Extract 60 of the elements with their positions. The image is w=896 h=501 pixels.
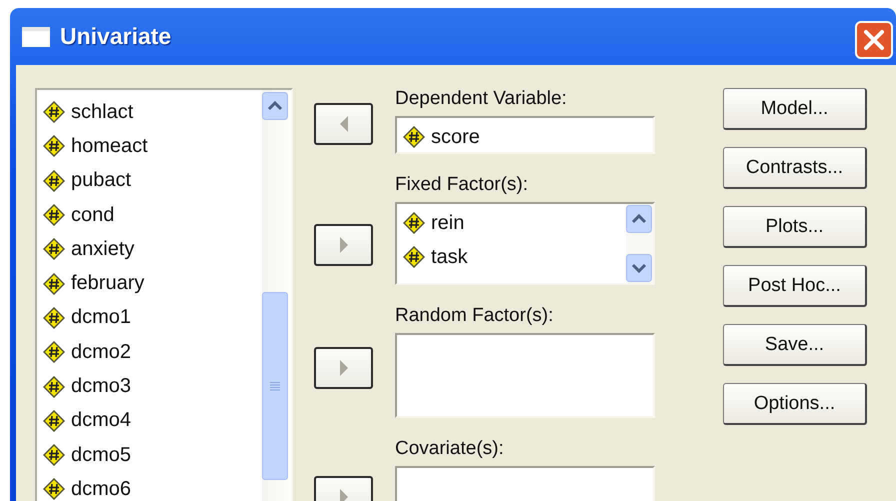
- numeric-variable-icon: [43, 272, 65, 295]
- list-item[interactable]: cond: [71, 204, 114, 227]
- list-item[interactable]: score: [431, 126, 480, 148]
- field-label: Dependent Variable:: [395, 88, 568, 110]
- numeric-variable-icon: [43, 478, 65, 500]
- list-item[interactable]: homeact: [71, 134, 148, 158]
- left-arrow-icon: [338, 116, 348, 132]
- grip-icon: [270, 381, 280, 391]
- list-box[interactable]: rein task: [395, 202, 655, 285]
- list-item[interactable]: anxiety: [71, 238, 134, 261]
- scroll-up-button[interactable]: [262, 92, 288, 120]
- dialog-button[interactable]: Save...: [723, 324, 867, 366]
- dialog-button[interactable]: Post Hoc...: [723, 265, 867, 307]
- numeric-variable-icon: [43, 376, 65, 398]
- variable-list[interactable]: schlact homeact pubact cond anxiety february dcmo1 dcmo2 dcmo3 dcmo4 dcmo5 dcmo6: [35, 88, 293, 501]
- close-button[interactable]: [855, 20, 893, 58]
- list-item[interactable]: rein: [431, 212, 464, 234]
- list-item[interactable]: dcmo5: [71, 444, 132, 467]
- list-item[interactable]: dcmo3: [71, 375, 132, 398]
- move-button[interactable]: [314, 224, 373, 266]
- list-item[interactable]: pubact: [71, 169, 132, 192]
- field-label: Fixed Factor(s):: [395, 174, 530, 196]
- list-item[interactable]: task: [431, 246, 468, 268]
- list-item[interactable]: schlact: [71, 100, 134, 124]
- scroll-up-button[interactable]: [626, 205, 652, 233]
- numeric-variable-icon: [43, 101, 65, 124]
- list-item[interactable]: dcmo6: [71, 478, 132, 501]
- numeric-variable-icon: [43, 410, 65, 432]
- scrollbar[interactable]: [262, 90, 291, 501]
- numeric-variable-icon: [43, 204, 65, 226]
- right-arrow-icon: [338, 237, 348, 253]
- scroll-thumb[interactable]: [262, 292, 288, 480]
- right-arrow-icon: [338, 360, 348, 376]
- list-item[interactable]: dcmo1: [71, 306, 132, 330]
- window-title: Univariate: [60, 23, 172, 50]
- numeric-variable-icon: [43, 170, 65, 192]
- move-button[interactable]: [314, 347, 373, 389]
- dialog-button[interactable]: Contrasts...: [723, 147, 867, 189]
- field-label: Random Factor(s):: [395, 305, 554, 327]
- field-label: Covariate(s):: [395, 438, 505, 460]
- numeric-variable-icon: [43, 306, 65, 329]
- numeric-variable-icon: [43, 341, 65, 364]
- numeric-variable-icon: [403, 126, 425, 148]
- list-item[interactable]: dcmo4: [71, 409, 132, 432]
- right-arrow-icon: [338, 489, 348, 501]
- dialog-button[interactable]: Plots...: [723, 206, 867, 248]
- input-field[interactable]: score: [395, 116, 655, 154]
- window-icon: [22, 26, 50, 46]
- dialog-button[interactable]: Model...: [723, 88, 867, 130]
- list-item[interactable]: february: [71, 272, 144, 296]
- list-box[interactable]: [395, 333, 655, 418]
- numeric-variable-icon: [43, 238, 65, 260]
- scroll-down-button[interactable]: [626, 254, 652, 282]
- numeric-variable-icon: [43, 444, 65, 466]
- numeric-variable-icon: [403, 212, 425, 234]
- numeric-variable-icon: [403, 246, 425, 268]
- move-button[interactable]: [314, 103, 373, 145]
- dialog-button[interactable]: Options...: [723, 383, 867, 425]
- list-item[interactable]: dcmo2: [71, 340, 132, 364]
- numeric-variable-icon: [43, 135, 65, 158]
